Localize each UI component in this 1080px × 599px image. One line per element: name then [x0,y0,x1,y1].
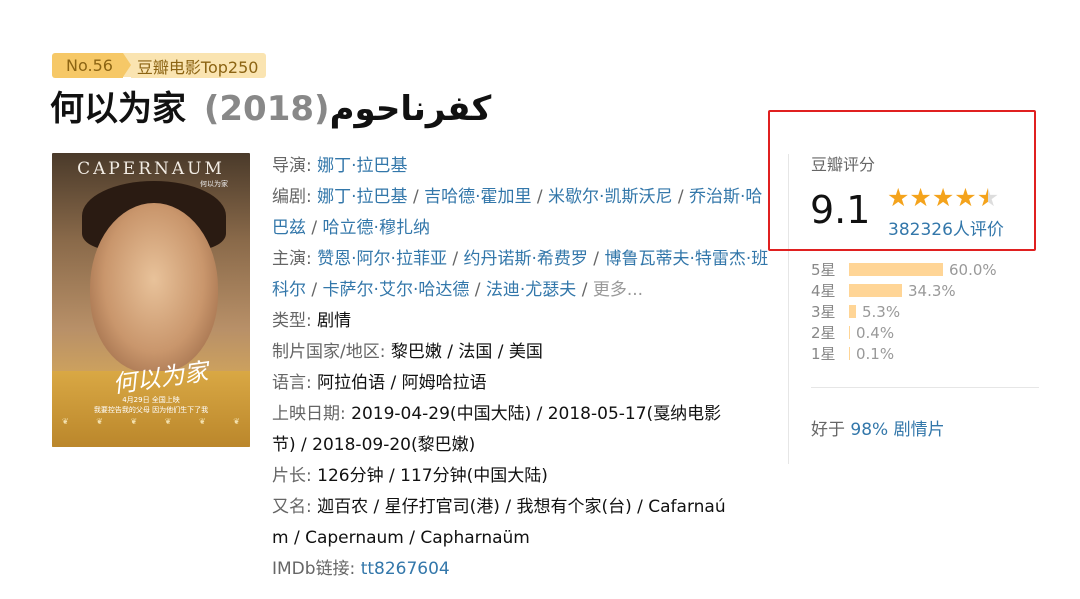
cast-link[interactable]: 约丹诺斯·希费罗 [464,249,588,269]
runtime-row: 片长: 126分钟 / 117分钟(中国大陆) [272,461,772,492]
rating-score: 9.1 [810,188,871,232]
country-value: 黎巴嫩 / 法国 / 美国 [390,342,543,362]
rating-stars-icon: ★ ★ ★ ★ ★ [887,184,999,212]
rating-row: 3星 5.3% [811,302,901,322]
rating-bar [849,263,943,276]
release-value: 2019-04-29(中国大陆) / 2018-05-17(戛纳电影 [351,404,722,424]
imdb-link[interactable]: tt8267604 [361,559,450,579]
language-value: 阿拉伯语 / 阿姆哈拉语 [317,373,487,393]
runtime-label: 片长: [272,466,318,486]
movie-poster[interactable]: CAPERNAUM 何以为家 何以为家 4月29日 全国上映 我要控告我的父母 … [52,153,250,447]
top250-link[interactable]: 豆瓣电影Top250 [130,53,267,78]
rating-distribution: 5星 60.0% 4星 34.3% 3星 5.3% 2星 0.4% 1星 0.1% [811,259,997,364]
director-link[interactable]: 娜丁·拉巴基 [317,156,407,176]
genre-value: 剧情 [317,311,352,331]
poster-laurels: ❦ ❦ ❦ ❦ ❦ ❦ [62,417,240,426]
writer-link[interactable]: 吉哈德·霍加里 [424,187,531,207]
imdb-label: IMDb链接: [272,559,361,579]
rank-label: No.56 [52,53,123,78]
aka-label: 又名: [272,497,318,517]
poster-tagline: 我要控告我的父母 因为他们生下了我 [93,406,209,414]
rating-row: 1星 0.1% [811,344,895,364]
star-icon: ★ [954,183,977,212]
release-row-cont: 节) / 2018-09-20(黎巴嫩) [272,435,476,455]
rating-bar [849,305,856,318]
poster-title-en: CAPERNAUM [77,159,225,179]
writer-link[interactable]: 娜丁·拉巴基 [317,187,407,207]
language-label: 语言: [272,373,318,393]
more-cast-link[interactable]: 更多... [593,280,643,300]
release-row: 上映日期: 2019-04-29(中国大陆) / 2018-05-17(戛纳电影 [272,399,772,430]
cast-row: 主演: 赞恩·阿尔·拉菲亚 / 约丹诺斯·希费罗 / 博鲁瓦蒂夫·特雷杰·班科尔… [272,249,769,300]
cast-link[interactable]: 卡萨尔·艾尔·哈达德 [323,280,470,300]
writer-link[interactable]: 哈立德·穆扎纳 [323,218,430,238]
rating-bar [849,347,850,360]
release-label: 上映日期: [272,404,352,424]
movie-year: (2018) [203,89,330,129]
rating-row: 4星 34.3% [811,281,956,301]
page-title: 何以为家 كفرناحوم(2018) [50,83,491,135]
rating-bar [849,326,850,339]
better-than-link[interactable]: 98% 剧情片 [850,420,944,440]
imdb-row: IMDb链接: tt8267604 [272,554,772,585]
language-row: 语言: 阿拉伯语 / 阿姆哈拉语 [272,368,772,399]
rating-label: 豆瓣评分 [811,155,876,174]
aka-value: 迦百农 / 星仔打官司(港) / 我想有个家(台) / Cafarnaú [317,497,726,517]
rating-bar [849,284,902,297]
cast-link[interactable]: 赞恩·阿尔·拉菲亚 [317,249,447,269]
rating-separator [811,387,1039,388]
cast-label: 主演: [272,249,318,269]
genre-row: 类型: 剧情 [272,306,772,337]
writer-label: 编剧: [272,187,318,207]
cast-link[interactable]: 法迪·尤瑟夫 [486,280,576,300]
half-star-icon: ★ [976,183,1000,212]
star-icon: ★ [931,183,955,212]
writer-link[interactable]: 米歇尔·凯斯沃尼 [548,187,672,207]
poster-face [90,203,218,373]
rating-row: 5星 60.0% [811,260,997,280]
country-label: 制片国家/地区: [272,342,391,362]
aka-row-cont: m / Capernaum / Capharnaüm [272,528,530,548]
runtime-value: 126分钟 / 117分钟(中国大陆) [317,466,548,486]
director-row: 导演: 娜丁·拉巴基 [272,151,772,182]
rating-count-link[interactable]: 382326人评价 [888,215,1004,240]
rating-row: 2星 0.4% [811,323,895,343]
better-than: 好于 98% 剧情片 [811,420,945,440]
badge-arrow [122,53,131,77]
poster-release: 4月29日 全国上映 [122,396,180,404]
writer-row: 编剧: 娜丁·拉巴基 / 吉哈德·霍加里 / 米歇尔·凯斯沃尼 / 乔治斯·哈巴… [272,187,763,238]
poster-title-sub: 何以为家 [200,180,228,188]
director-label: 导演: [272,156,318,176]
top250-badge[interactable]: No.56 豆瓣电影Top250 [52,53,267,78]
star-icon: ★ [887,183,910,212]
movie-info: 导演: 娜丁·拉巴基 编剧: 娜丁·拉巴基 / 吉哈德·霍加里 / 米歇尔·凯斯… [272,151,772,585]
genre-label: 类型: [272,311,318,331]
star-icon: ★ [909,183,932,212]
country-row: 制片国家/地区: 黎巴嫩 / 法国 / 美国 [272,337,772,368]
aka-row: 又名: 迦百农 / 星仔打官司(港) / 我想有个家(台) / Cafarnaú [272,492,772,523]
